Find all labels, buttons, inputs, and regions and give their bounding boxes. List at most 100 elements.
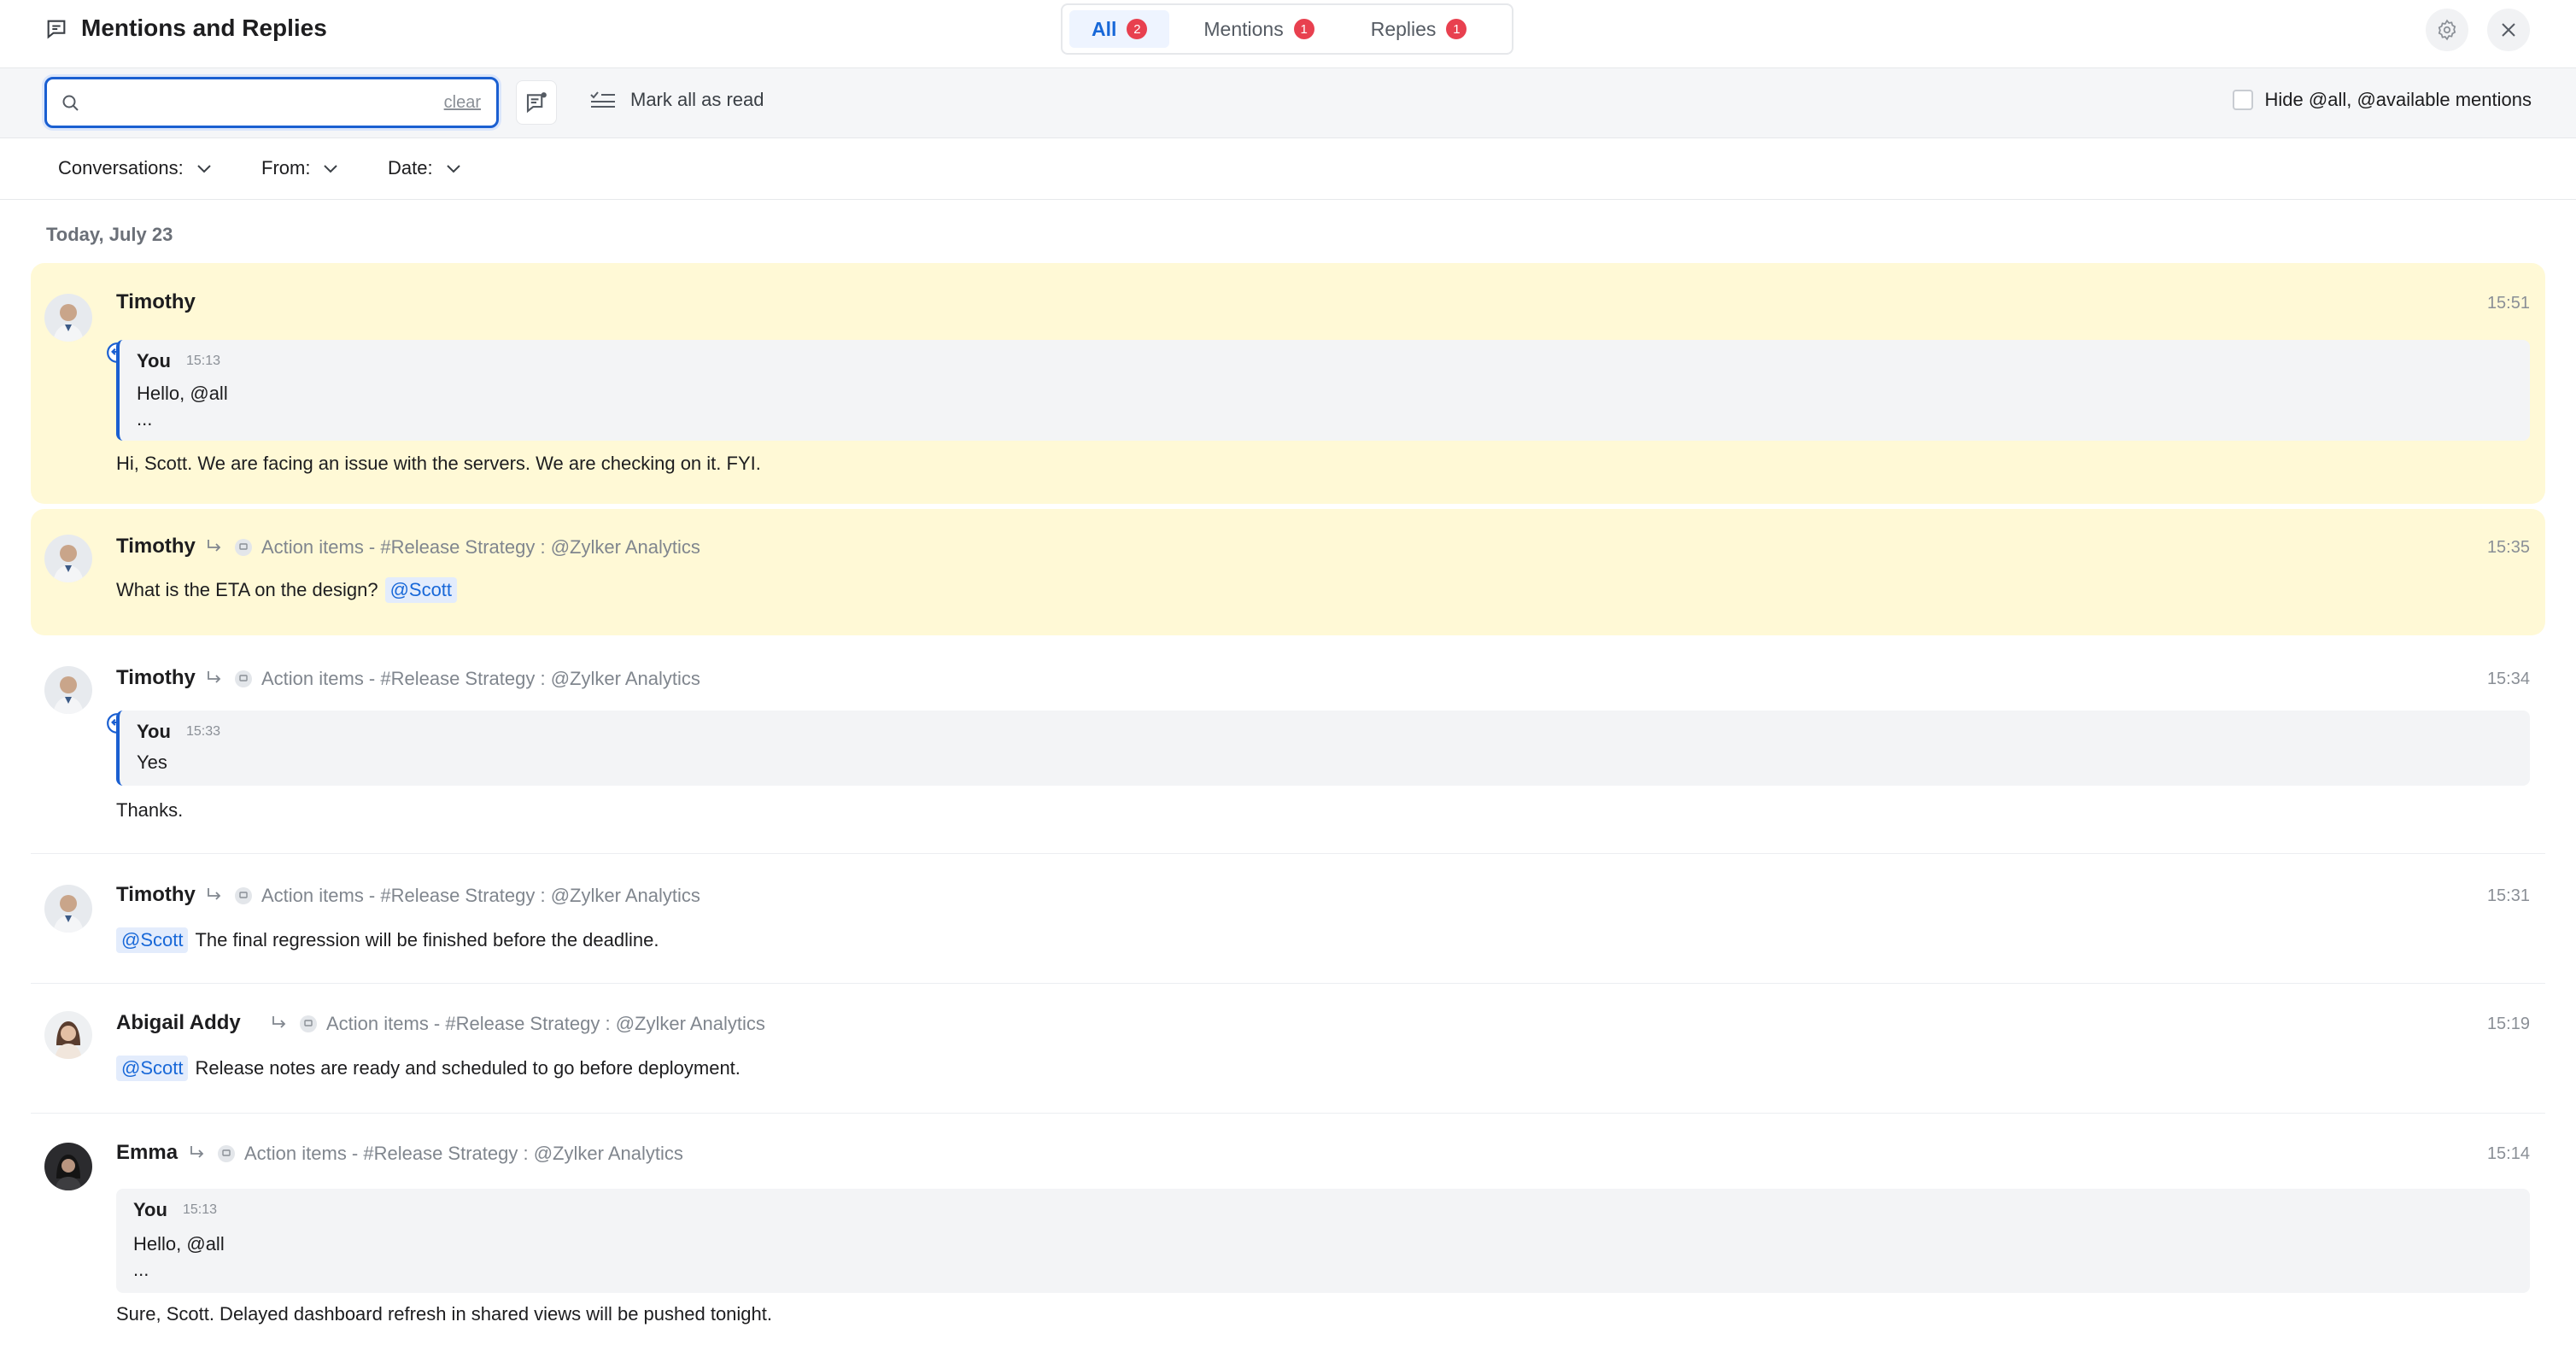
message-text-content: Hi, Scott. We are facing an issue with t… [116,453,761,474]
quoted-message: You 15:13 Hello, @all ... [116,340,2530,441]
thread-arrow-icon [208,540,221,552]
message-item[interactable]: Emma Action items - #Release Strategy : … [31,1114,2545,1351]
clear-search-link[interactable]: clear [444,93,481,113]
tab-mentions-label: Mentions [1203,17,1284,40]
mention-tag[interactable]: @Scott [384,577,458,603]
tab-all-badge: 2 [1127,19,1148,39]
close-icon [2502,23,2515,37]
tab-mentions-badge: 1 [1293,19,1314,39]
sender-name: Timothy [116,666,196,689]
message-text-content: Sure, Scott. Delayed dashboard refresh i… [116,1303,772,1325]
avatar [44,535,92,582]
sender-name: Emma [116,1141,179,1164]
hide-mentions-checkbox[interactable] [2232,90,2253,110]
channel-icon [235,670,252,687]
checklist-icon [590,91,615,108]
channel-icon [235,539,252,556]
message-text-content: Thanks. [116,799,184,821]
thread-arrow-icon [208,671,221,683]
conversations-filter-label: Conversations: [58,157,184,178]
unread-chat-icon [526,92,547,114]
chat-icon [47,20,66,39]
message-text-content: The final regression will be finished be… [195,929,659,950]
message-text-content: Release notes are ready and scheduled to… [195,1057,741,1079]
toolbar: clear Mark all as read Hide @all, @avail… [0,68,2576,138]
tab-all-label: All [1092,17,1117,40]
tab-replies-badge: 1 [1446,19,1467,39]
mark-all-read-button[interactable]: Mark all as read [589,89,764,111]
message-time: 15:51 [2486,294,2530,313]
avatar [44,1011,92,1059]
avatar [44,885,92,933]
quote-time: 15:13 [183,1202,218,1217]
mention-tag[interactable]: @Scott [116,927,189,953]
filter-bar: Conversations: From: Date: [0,138,2576,200]
header: Mentions and Replies All 2 Mentions 1 Re… [0,0,2576,68]
channel-icon [235,887,252,904]
thread-channel[interactable]: Action items - #Release Strategy : @Zylk… [186,1143,683,1165]
tab-replies-label: Replies [1370,17,1437,40]
search-icon [62,95,79,111]
quote-ellipsis: ... [137,408,153,430]
quote-author: You [137,350,171,371]
avatar [44,294,92,342]
thread-channel-label: Action items - #Release Strategy : @Zylk… [326,1013,765,1034]
quoted-message: You 15:13 Hello, @all ... [116,1189,2530,1293]
page-title: Mentions and Replies [81,15,327,41]
conversations-filter[interactable]: Conversations: [58,157,213,179]
date-filter[interactable]: Date: [388,157,462,179]
close-button[interactable] [2487,9,2530,51]
message-item[interactable]: Timothy 15:51 You 15:13 Hello, @all ... … [31,263,2545,504]
quote-time: 15:13 [186,354,221,368]
thread-channel[interactable]: Action items - #Release Strategy : @Zylk… [203,668,700,690]
quote-text: Hello, @all [137,383,228,404]
hide-mentions-option[interactable]: Hide @all, @available mentions [2232,89,2532,111]
search-input[interactable] [91,88,433,117]
message-time: 15:31 [2486,886,2530,905]
from-filter[interactable]: From: [261,157,339,179]
sender-name: Timothy [116,290,196,313]
message-item[interactable]: Timothy Action items - #Release Strategy… [31,640,2545,854]
tab-mentions[interactable]: Mentions 1 [1181,10,1336,48]
channel-icon [300,1015,317,1032]
thread-channel[interactable]: Action items - #Release Strategy : @Zylk… [268,1013,765,1035]
quote-time: 15:33 [186,724,221,739]
from-filter-label: From: [261,157,311,178]
tab-replies[interactable]: Replies 1 [1349,10,1490,48]
thread-arrow-icon [272,1016,286,1028]
sender-name: Timothy [116,535,196,558]
message-text: Thanks. [116,799,183,822]
tab-bar: All 2 Mentions 1 Replies 1 [1061,3,1513,55]
thread-channel-label: Action items - #Release Strategy : @Zylk… [244,1143,683,1164]
settings-button[interactable] [2426,9,2468,51]
avatar [44,666,92,714]
message-text-content: What is the ETA on the design? [116,579,378,600]
unread-filter-button[interactable] [516,80,557,125]
thread-channel-label: Action items - #Release Strategy : @Zylk… [261,885,700,906]
avatar [44,1143,92,1190]
message-text: What is the ETA on the design? @Scott [116,577,458,603]
sender-name: Timothy [116,883,196,906]
search-box: clear [44,77,499,128]
message-time: 15:35 [2486,538,2530,557]
mention-tag[interactable]: @Scott [116,1056,189,1081]
message-item[interactable]: Abigail Addy Action items - #Release Str… [31,984,2545,1114]
quote-ellipsis: ... [133,1259,149,1280]
mark-all-read-label: Mark all as read [630,89,764,110]
chevron-down-icon [324,165,338,173]
quote-text: Yes [137,752,167,773]
message-time: 15:19 [2486,1015,2530,1033]
chevron-down-icon [446,165,460,173]
thread-channel[interactable]: Action items - #Release Strategy : @Zylk… [203,885,700,907]
message-item[interactable]: Timothy Action items - #Release Strategy… [31,509,2545,635]
date-filter-label: Date: [388,157,433,178]
gear-icon [2438,19,2456,41]
quote-text: Hello, @all [133,1233,225,1254]
tab-all[interactable]: All 2 [1069,10,1170,48]
quote-author: You [133,1199,167,1220]
hide-mentions-label: Hide @all, @available mentions [2264,89,2532,110]
thread-channel[interactable]: Action items - #Release Strategy : @Zylk… [203,536,700,559]
message-text: Hi, Scott. We are facing an issue with t… [116,453,761,475]
thread-channel-label: Action items - #Release Strategy : @Zylk… [261,668,700,689]
message-item[interactable]: Timothy Action items - #Release Strategy… [31,854,2545,984]
